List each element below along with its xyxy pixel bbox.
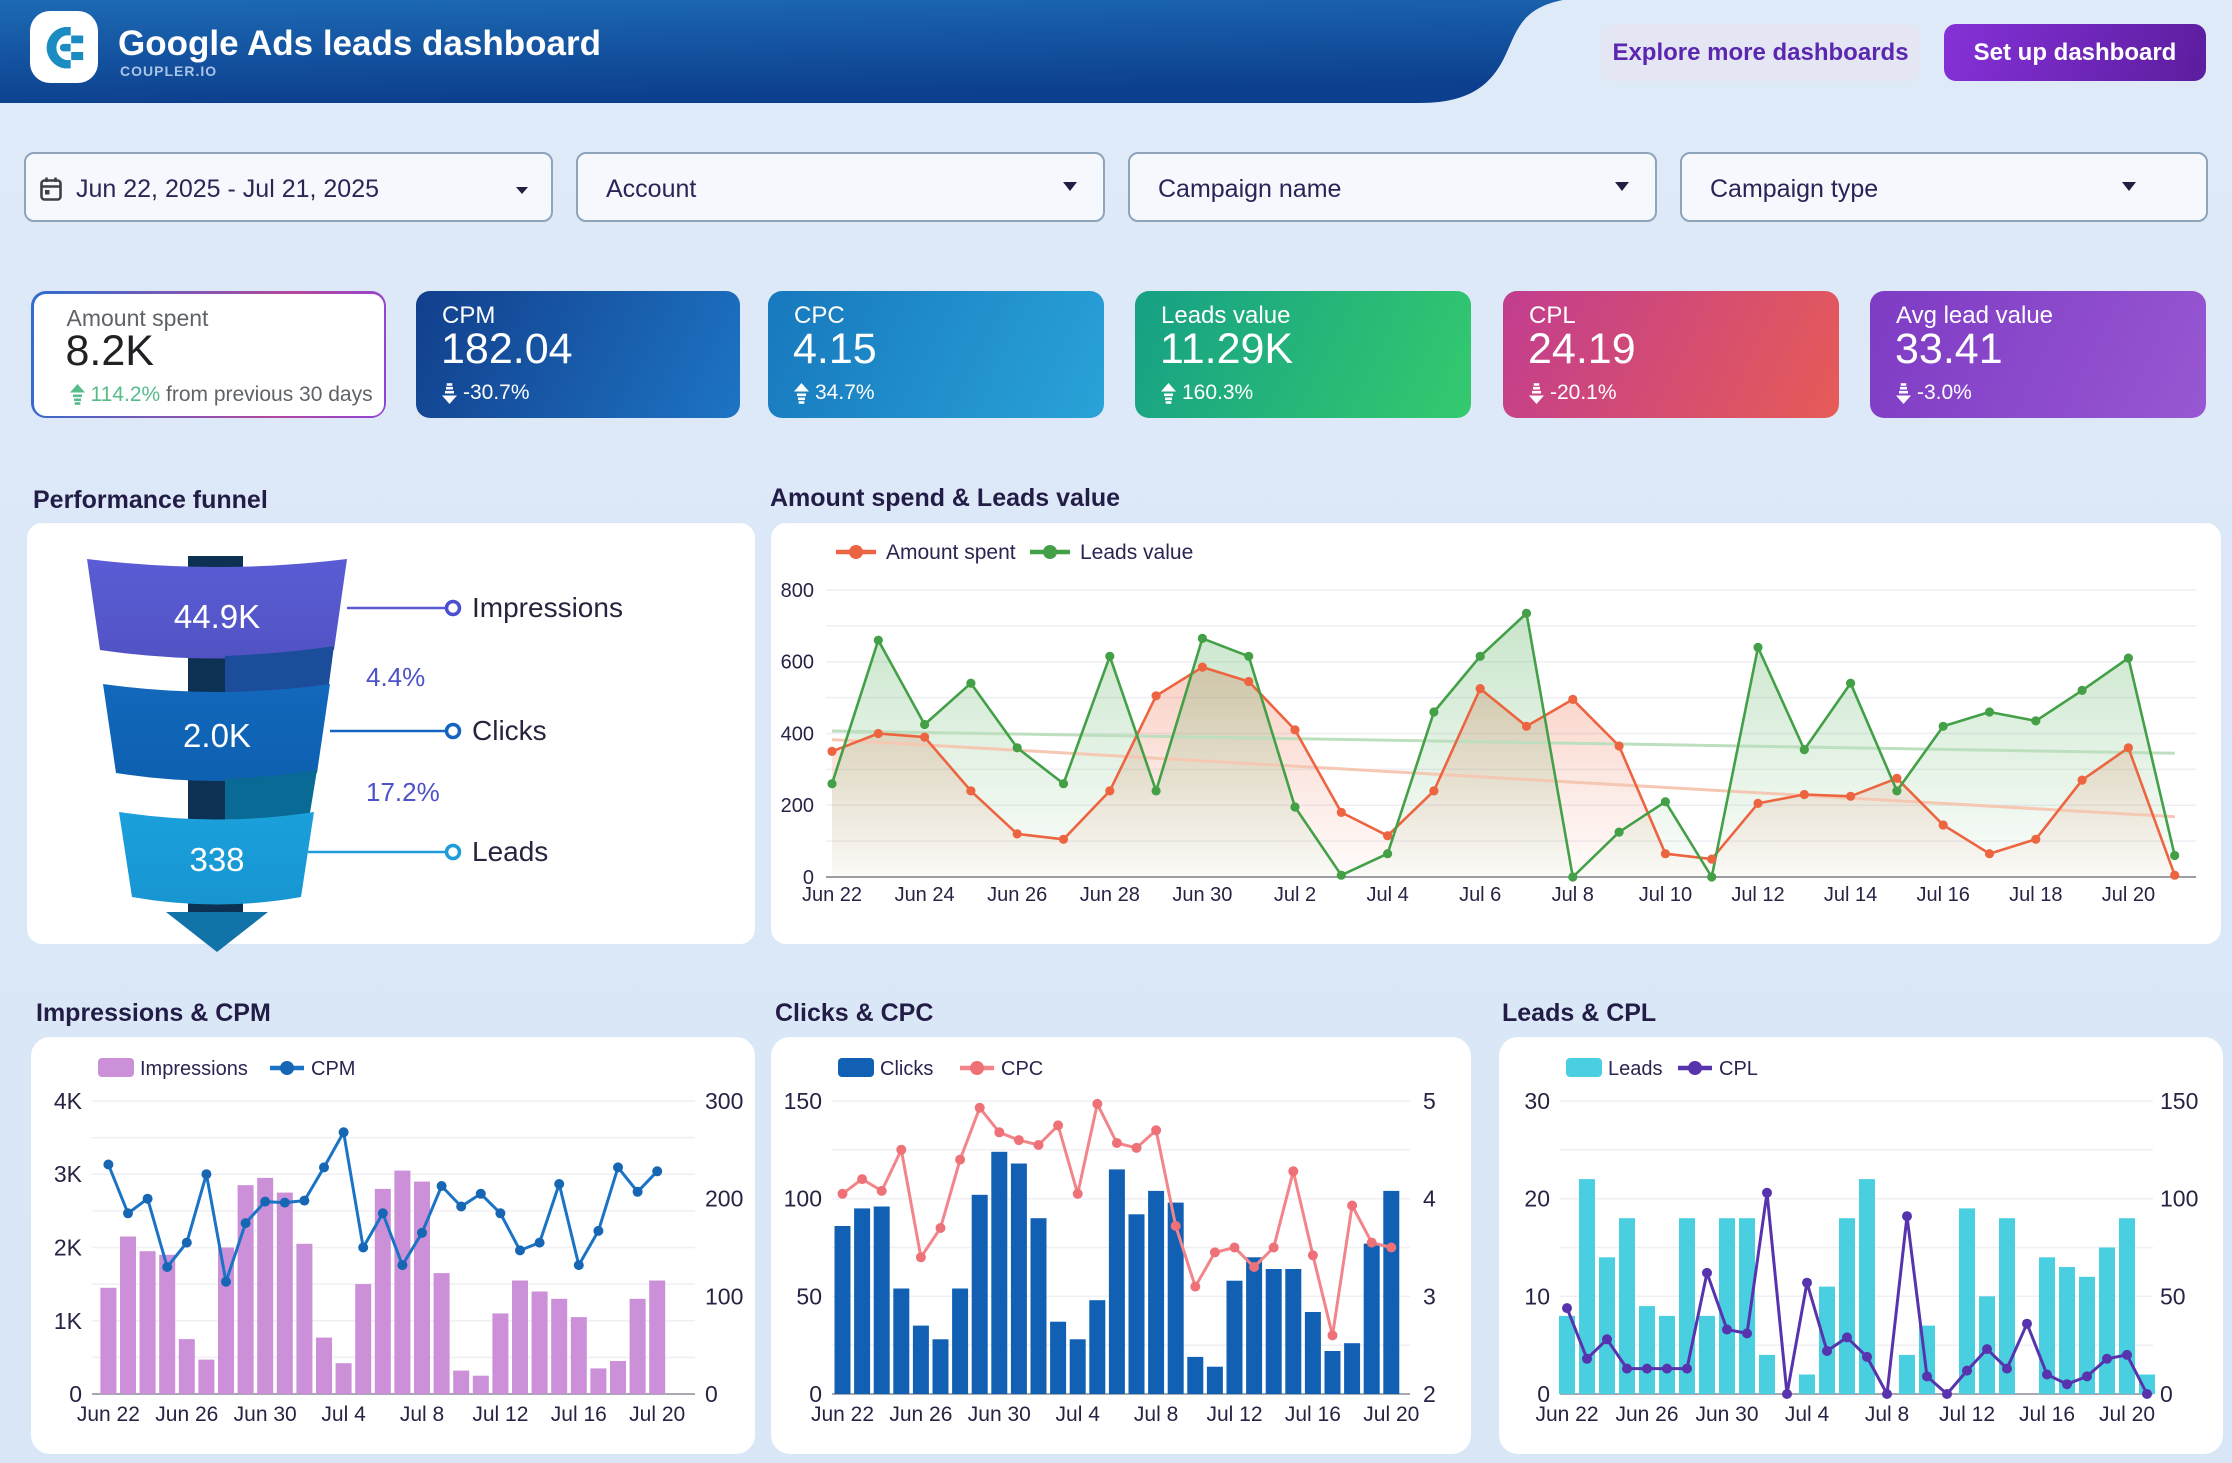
- svg-text:Jul 10: Jul 10: [1639, 884, 1692, 906]
- svg-text:Leads: Leads: [1608, 1058, 1663, 1080]
- svg-text:600: 600: [781, 652, 814, 674]
- svg-text:1K: 1K: [54, 1308, 83, 1334]
- svg-text:17.2%: 17.2%: [366, 777, 440, 807]
- svg-text:Jun 30: Jun 30: [234, 1403, 297, 1426]
- svg-text:Jun 24: Jun 24: [895, 884, 955, 906]
- svg-text:3: 3: [1423, 1283, 1436, 1309]
- svg-text:Jun 22: Jun 22: [802, 884, 862, 906]
- svg-text:CPM: CPM: [311, 1058, 355, 1080]
- svg-text:50: 50: [2160, 1283, 2186, 1309]
- svg-text:Jul 4: Jul 4: [1056, 1403, 1101, 1426]
- svg-text:Jul 16: Jul 16: [1917, 884, 1970, 906]
- svg-text:Jun 26: Jun 26: [987, 884, 1047, 906]
- svg-text:4.4%: 4.4%: [366, 662, 425, 692]
- svg-text:20: 20: [1524, 1186, 1550, 1212]
- svg-text:10: 10: [1524, 1283, 1550, 1309]
- svg-text:0: 0: [2160, 1381, 2173, 1407]
- svg-text:Jun 22: Jun 22: [77, 1403, 140, 1426]
- svg-text:Clicks: Clicks: [472, 715, 547, 746]
- svg-text:Jul 12: Jul 12: [1731, 884, 1784, 906]
- svg-text:Jul 4: Jul 4: [321, 1403, 366, 1426]
- svg-text:Jul 20: Jul 20: [1363, 1403, 1419, 1426]
- svg-text:Amount spent: Amount spent: [886, 541, 1016, 564]
- svg-text:Jun 22: Jun 22: [1535, 1403, 1598, 1426]
- svg-text:Jul 16: Jul 16: [551, 1403, 607, 1426]
- svg-text:4K: 4K: [54, 1088, 83, 1114]
- svg-text:Jul 6: Jul 6: [1459, 884, 1501, 906]
- svg-text:3K: 3K: [54, 1161, 83, 1187]
- svg-text:Jul 2: Jul 2: [1274, 884, 1316, 906]
- svg-text:5: 5: [1423, 1088, 1436, 1114]
- svg-text:Jun 22: Jun 22: [811, 1403, 874, 1426]
- svg-text:Jul 4: Jul 4: [1785, 1403, 1830, 1426]
- svg-text:100: 100: [705, 1283, 743, 1309]
- svg-text:Jun 30: Jun 30: [1172, 884, 1232, 906]
- svg-text:800: 800: [781, 580, 814, 602]
- svg-text:Jun 26: Jun 26: [1615, 1403, 1678, 1426]
- svg-text:Impressions: Impressions: [140, 1058, 248, 1080]
- svg-text:30: 30: [1524, 1088, 1550, 1114]
- svg-text:400: 400: [781, 724, 814, 746]
- svg-text:338: 338: [189, 841, 244, 878]
- svg-text:100: 100: [2160, 1186, 2198, 1212]
- svg-text:Jul 20: Jul 20: [629, 1403, 685, 1426]
- svg-text:200: 200: [705, 1186, 743, 1212]
- svg-text:Jul 12: Jul 12: [1939, 1403, 1995, 1426]
- svg-text:Jul 8: Jul 8: [1865, 1403, 1909, 1426]
- svg-text:Jul 4: Jul 4: [1366, 884, 1408, 906]
- svg-text:2: 2: [1423, 1381, 1436, 1407]
- svg-text:Jul 14: Jul 14: [1824, 884, 1877, 906]
- svg-text:Leads value: Leads value: [1080, 541, 1193, 564]
- svg-text:Jul 20: Jul 20: [2099, 1403, 2155, 1426]
- svg-text:0: 0: [705, 1381, 718, 1407]
- svg-text:2.0K: 2.0K: [183, 717, 251, 754]
- svg-text:Jun 28: Jun 28: [1080, 884, 1140, 906]
- svg-text:Jul 8: Jul 8: [400, 1403, 444, 1426]
- svg-text:Jul 18: Jul 18: [2009, 884, 2062, 906]
- svg-text:150: 150: [784, 1088, 822, 1114]
- svg-text:Jun 26: Jun 26: [889, 1403, 952, 1426]
- svg-text:Clicks: Clicks: [880, 1058, 933, 1080]
- svg-text:Jun 30: Jun 30: [968, 1403, 1031, 1426]
- svg-text:200: 200: [781, 795, 814, 817]
- svg-text:Jul 12: Jul 12: [1206, 1403, 1262, 1426]
- svg-text:Jun 30: Jun 30: [1695, 1403, 1758, 1426]
- svg-text:Jul 16: Jul 16: [2019, 1403, 2075, 1426]
- svg-text:Jul 8: Jul 8: [1134, 1403, 1178, 1426]
- svg-text:Jul 16: Jul 16: [1285, 1403, 1341, 1426]
- svg-text:Leads: Leads: [472, 836, 548, 867]
- svg-text:Jul 8: Jul 8: [1552, 884, 1594, 906]
- svg-text:300: 300: [705, 1088, 743, 1114]
- svg-text:2K: 2K: [54, 1235, 83, 1261]
- svg-text:CPL: CPL: [1719, 1058, 1758, 1080]
- svg-text:50: 50: [796, 1283, 822, 1309]
- svg-text:Impressions: Impressions: [472, 592, 623, 623]
- svg-text:100: 100: [784, 1186, 822, 1212]
- svg-text:Jul 12: Jul 12: [472, 1403, 528, 1426]
- svg-text:44.9K: 44.9K: [174, 598, 260, 635]
- svg-text:Jul 20: Jul 20: [2102, 884, 2155, 906]
- svg-text:CPC: CPC: [1001, 1058, 1043, 1080]
- svg-text:4: 4: [1423, 1186, 1436, 1212]
- svg-text:150: 150: [2160, 1088, 2198, 1114]
- svg-text:Jun 26: Jun 26: [155, 1403, 218, 1426]
